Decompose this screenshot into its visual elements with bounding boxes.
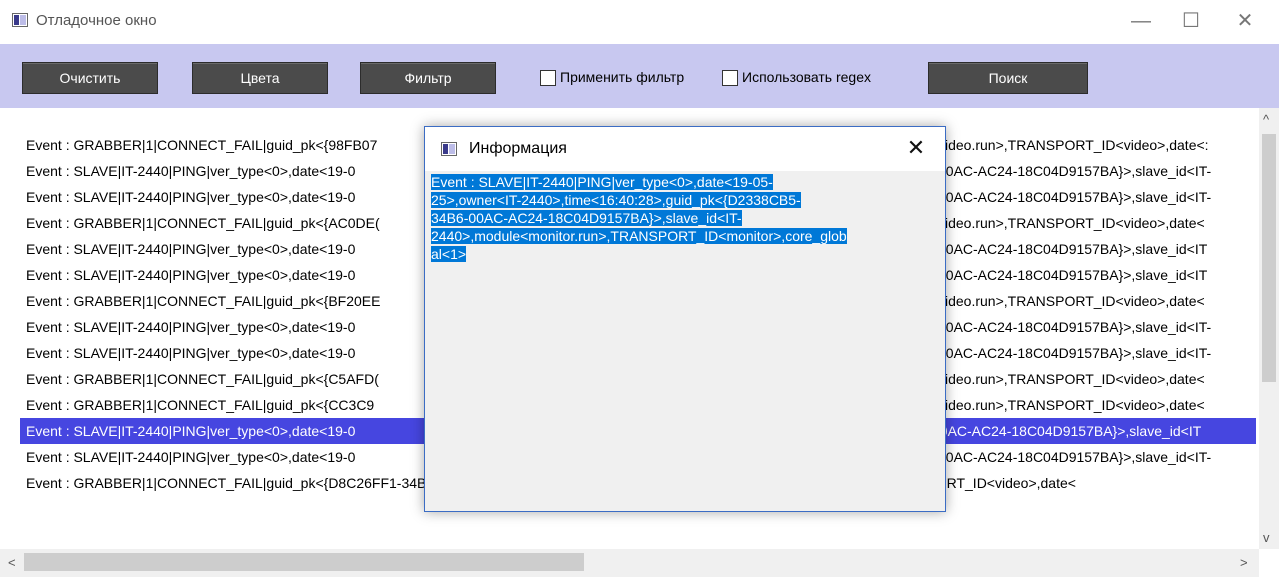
maximize-button[interactable]: ☐ bbox=[1176, 8, 1206, 34]
search-button[interactable]: Поиск bbox=[928, 62, 1088, 94]
app-window-icon bbox=[12, 13, 28, 27]
log-row-left-text: Event : SLAVE|IT-2440|PING|ver_type<0>,d… bbox=[26, 423, 356, 439]
log-row-right-text: video.run>,TRANSPORT_ID<video>,date< bbox=[938, 397, 1205, 413]
horizontal-scroll-thumb[interactable] bbox=[24, 553, 584, 571]
dialog-title: Информация bbox=[469, 140, 567, 157]
title-bar: Отладочное окно — ☐ ✕ bbox=[0, 0, 1279, 44]
log-row-left-text: Event : SLAVE|IT-2440|PING|ver_type<0>,d… bbox=[26, 163, 356, 179]
log-row-left-text: Event : GRABBER|1|CONNECT_FAIL|guid_pk<{… bbox=[26, 215, 380, 231]
dialog-window-icon bbox=[441, 142, 457, 156]
log-row-left-text: Event : SLAVE|IT-2440|PING|ver_type<0>,d… bbox=[26, 189, 356, 205]
toolbar: Очистить Цвета Фильтр Применить фильтр И… bbox=[0, 44, 1279, 108]
log-row-left-text: Event : GRABBER|1|CONNECT_FAIL|guid_pk<{… bbox=[26, 397, 375, 413]
dialog-text-line: Event : SLAVE|IT-2440|PING|ver_type<0>,d… bbox=[431, 173, 937, 191]
use-regex-checkbox[interactable] bbox=[722, 70, 738, 86]
dialog-text-line: 34B6-00AC-AC24-18C04D9157BA}>,slave_id<I… bbox=[431, 209, 937, 227]
log-row-right-text: 00AC-AC24-18C04D9157BA}>,slave_id<IT bbox=[938, 241, 1208, 257]
apply-filter-checkbox[interactable] bbox=[540, 70, 556, 86]
log-row-right-text: 00AC-AC24-18C04D9157BA}>,slave_id<IT- bbox=[938, 163, 1212, 179]
dialog-text-line: al<1> bbox=[431, 245, 937, 263]
log-row-left-text: Event : SLAVE|IT-2440|PING|ver_type<0>,d… bbox=[26, 267, 356, 283]
info-dialog: Информация ✕ Event : SLAVE|IT-2440|PING|… bbox=[424, 126, 946, 512]
dialog-close-button[interactable]: ✕ bbox=[903, 135, 929, 161]
vertical-scroll-thumb[interactable] bbox=[1262, 134, 1276, 382]
dialog-title-bar: Информация ✕ bbox=[425, 127, 945, 171]
log-row-left-text: Event : SLAVE|IT-2440|PING|ver_type<0>,d… bbox=[26, 449, 356, 465]
minimize-button[interactable]: — bbox=[1126, 8, 1156, 34]
window-title: Отладочное окно bbox=[36, 12, 157, 29]
log-row-right-text: 00AC-AC24-18C04D9157BA}>,slave_id<IT bbox=[932, 423, 1202, 439]
use-regex-label[interactable]: Использовать regex bbox=[742, 69, 871, 85]
dialog-text-line-0: Event : SLAVE|IT-2440|PING|ver_type<0>,d… bbox=[431, 174, 773, 190]
dialog-text-line: 2440>,module<monitor.run>,TRANSPORT_ID<m… bbox=[431, 227, 937, 245]
log-row-right-text: 00AC-AC24-18C04D9157BA}>,slave_id<IT- bbox=[938, 319, 1212, 335]
log-row-left-text: Event : GRABBER|1|CONNECT_FAIL|guid_pk<{… bbox=[26, 293, 381, 309]
scroll-up-icon[interactable]: ^ bbox=[1263, 112, 1269, 127]
filter-button[interactable]: Фильтр bbox=[360, 62, 496, 94]
scroll-left-icon[interactable]: < bbox=[8, 555, 16, 570]
log-row-left-text: Event : SLAVE|IT-2440|PING|ver_type<0>,d… bbox=[26, 319, 356, 335]
close-button[interactable]: ✕ bbox=[1230, 8, 1260, 34]
apply-filter-label[interactable]: Применить фильтр bbox=[560, 69, 684, 85]
log-row-right-text: video.run>,TRANSPORT_ID<video>,date< bbox=[938, 215, 1205, 231]
clear-button[interactable]: Очистить bbox=[22, 62, 158, 94]
dialog-text-line-4: al<1> bbox=[431, 246, 467, 262]
scroll-right-icon[interactable]: > bbox=[1240, 555, 1248, 570]
log-row-right-text: 00AC-AC24-18C04D9157BA}>,slave_id<IT bbox=[938, 267, 1208, 283]
log-row-right-text: video.run>,TRANSPORT_ID<video>,date< bbox=[938, 293, 1205, 309]
dialog-text-line-1: 25>,owner<IT-2440>,time<16:40:28>,guid_p… bbox=[431, 192, 801, 208]
log-row-right-text: 00AC-AC24-18C04D9157BA}>,slave_id<IT- bbox=[938, 345, 1212, 361]
log-row-left-text: Event : GRABBER|1|CONNECT_FAIL|guid_pk<{… bbox=[26, 371, 379, 387]
dialog-text-line: 25>,owner<IT-2440>,time<16:40:28>,guid_p… bbox=[431, 191, 937, 209]
log-row-right-text: video.run>,TRANSPORT_ID<video>,date<: bbox=[938, 137, 1209, 153]
log-row-left-text: Event : GRABBER|1|CONNECT_FAIL|guid_pk<{… bbox=[26, 137, 378, 153]
log-row-left-text: Event : SLAVE|IT-2440|PING|ver_type<0>,d… bbox=[26, 241, 356, 257]
log-row-right-text: 00AC-AC24-18C04D9157BA}>,slave_id<IT- bbox=[938, 449, 1212, 465]
log-row-right-text: 00AC-AC24-18C04D9157BA}>,slave_id<IT- bbox=[938, 189, 1212, 205]
dialog-text-area[interactable]: Event : SLAVE|IT-2440|PING|ver_type<0>,d… bbox=[431, 173, 937, 503]
colors-button[interactable]: Цвета bbox=[192, 62, 328, 94]
scroll-down-icon[interactable]: v bbox=[1263, 530, 1270, 545]
dialog-text-line-2: 34B6-00AC-AC24-18C04D9157BA}>,slave_id<I… bbox=[431, 210, 742, 226]
log-row-right-text: video.run>,TRANSPORT_ID<video>,date< bbox=[938, 371, 1205, 387]
log-row-left-text: Event : SLAVE|IT-2440|PING|ver_type<0>,d… bbox=[26, 345, 356, 361]
dialog-text-line-3: 2440>,module<monitor.run>,TRANSPORT_ID<m… bbox=[431, 228, 847, 244]
